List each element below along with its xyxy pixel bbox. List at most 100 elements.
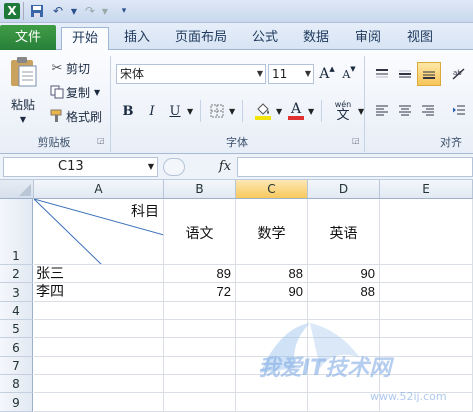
- underline-button[interactable]: U: [166, 102, 184, 120]
- align-right-icon: [422, 105, 434, 116]
- cell-a3[interactable]: 李四: [34, 283, 164, 302]
- name-box[interactable]: C13 ▼: [3, 157, 158, 177]
- cell-b1[interactable]: 语文: [164, 199, 236, 265]
- cell-b9[interactable]: [164, 393, 236, 412]
- shrink-font-button[interactable]: A ▼: [340, 65, 358, 83]
- cell-a2[interactable]: 张三: [34, 265, 164, 283]
- tab-insert[interactable]: 插入: [114, 27, 160, 50]
- fill-color-dropdown-icon[interactable]: ▼: [276, 107, 282, 116]
- cell-d2[interactable]: 90: [308, 265, 380, 283]
- cell-d1[interactable]: 英语: [308, 199, 380, 265]
- clipboard-launcher-icon[interactable]: ◲: [97, 136, 105, 145]
- row-header-4[interactable]: 4: [0, 302, 33, 320]
- paste-button[interactable]: 粘贴 ▼: [6, 56, 40, 130]
- cell-b8[interactable]: [164, 375, 236, 393]
- quick-access-toolbar: X ↶ ▼ ↷ ▼ ▾: [0, 0, 473, 23]
- redo-icon[interactable]: ↷: [82, 3, 98, 19]
- middle-align-icon: [399, 70, 411, 78]
- copy-button[interactable]: 复制 ▼: [48, 83, 100, 101]
- row-header-9[interactable]: 9: [0, 393, 33, 412]
- tab-file[interactable]: 文件: [0, 25, 56, 50]
- cell-e5[interactable]: [380, 320, 473, 338]
- font-launcher-icon[interactable]: ◲: [352, 136, 360, 145]
- cell-a6[interactable]: [34, 338, 164, 357]
- cell-b3[interactable]: 72: [164, 283, 236, 302]
- cell-e3[interactable]: [380, 283, 473, 302]
- formula-bar-resize-handle[interactable]: [163, 158, 185, 176]
- cell-c3[interactable]: 90: [236, 283, 308, 302]
- column-header-e[interactable]: E: [380, 180, 473, 199]
- row-header-5[interactable]: 5: [0, 320, 33, 338]
- cell-b7[interactable]: [164, 357, 236, 375]
- cell-d3[interactable]: 88: [308, 283, 380, 302]
- borders-dropdown-icon[interactable]: ▼: [229, 107, 235, 116]
- select-all-corner[interactable]: [0, 180, 34, 199]
- cell-a1-diagonal-header[interactable]: 科目: [34, 199, 164, 265]
- tab-formulas[interactable]: 公式: [243, 27, 287, 50]
- customize-toolbar-icon[interactable]: ▾: [116, 3, 132, 19]
- cell-e4[interactable]: [380, 302, 473, 320]
- formula-input[interactable]: [237, 157, 473, 177]
- underline-dropdown-icon[interactable]: ▼: [187, 107, 193, 116]
- decrease-indent-button[interactable]: [449, 100, 469, 120]
- cell-e2[interactable]: [380, 265, 473, 283]
- cell-e1[interactable]: [380, 199, 473, 265]
- redo-dropdown-icon[interactable]: ▼: [97, 3, 113, 19]
- cell-b2[interactable]: 89: [164, 265, 236, 283]
- align-center-button[interactable]: [395, 100, 415, 120]
- undo-icon[interactable]: ↶: [50, 3, 66, 19]
- font-name-select[interactable]: 宋体 ▼: [116, 64, 266, 84]
- tab-review[interactable]: 审阅: [346, 27, 390, 50]
- insert-function-button[interactable]: fx: [214, 157, 236, 177]
- cell-a5[interactable]: [34, 320, 164, 338]
- format-painter-button[interactable]: 格式刷: [48, 107, 102, 125]
- row-header-8[interactable]: 8: [0, 375, 33, 393]
- bold-button[interactable]: B: [119, 102, 137, 120]
- cell-c9[interactable]: [236, 393, 308, 412]
- undo-dropdown-icon[interactable]: ▼: [66, 3, 82, 19]
- phonetic-button[interactable]: wén 文: [329, 99, 357, 123]
- row-header-3[interactable]: 3: [0, 283, 33, 302]
- font-color-button[interactable]: A: [286, 100, 306, 122]
- cell-a4[interactable]: [34, 302, 164, 320]
- font-color-dropdown-icon[interactable]: ▼: [308, 107, 314, 116]
- fill-color-button[interactable]: [252, 100, 274, 122]
- chevron-down-icon[interactable]: ▼: [148, 158, 154, 176]
- tab-data[interactable]: 数据: [294, 27, 338, 50]
- cell-a7[interactable]: [34, 357, 164, 375]
- tab-view[interactable]: 视图: [398, 27, 442, 50]
- align-left-button[interactable]: [372, 100, 392, 120]
- italic-button[interactable]: I: [143, 102, 161, 120]
- font-size-select[interactable]: 11 ▼: [268, 64, 314, 84]
- cell-b4[interactable]: [164, 302, 236, 320]
- cell-a8[interactable]: [34, 375, 164, 393]
- row-header-6[interactable]: 6: [0, 338, 33, 357]
- top-align-button[interactable]: [372, 64, 392, 84]
- row-header-7[interactable]: 7: [0, 357, 33, 375]
- align-right-button[interactable]: [418, 100, 438, 120]
- bottom-align-button[interactable]: [417, 62, 441, 86]
- row-header-1[interactable]: 1: [0, 199, 33, 265]
- column-header-a[interactable]: A: [34, 180, 164, 199]
- borders-button[interactable]: [208, 102, 226, 120]
- cell-c2[interactable]: 88: [236, 265, 308, 283]
- copy-icon: [48, 85, 66, 99]
- column-header-d[interactable]: D: [308, 180, 380, 199]
- cell-b5[interactable]: [164, 320, 236, 338]
- tab-home[interactable]: 开始: [61, 27, 109, 50]
- cut-label: 剪切: [66, 61, 91, 76]
- tab-page-layout[interactable]: 页面布局: [166, 27, 236, 50]
- row-header-2[interactable]: 2: [0, 265, 33, 283]
- cell-e7[interactable]: [380, 357, 473, 375]
- column-header-c[interactable]: C: [236, 180, 308, 199]
- orientation-button[interactable]: ab: [449, 64, 469, 84]
- cell-e6[interactable]: [380, 338, 473, 357]
- save-icon[interactable]: [29, 3, 45, 19]
- cut-button[interactable]: ✂ 剪切: [48, 59, 90, 77]
- cell-c1[interactable]: 数学: [236, 199, 308, 265]
- cell-b6[interactable]: [164, 338, 236, 357]
- middle-align-button[interactable]: [395, 64, 415, 84]
- grow-font-button[interactable]: A ▲: [318, 65, 336, 83]
- cell-a9[interactable]: [34, 393, 164, 412]
- column-header-b[interactable]: B: [164, 180, 236, 199]
